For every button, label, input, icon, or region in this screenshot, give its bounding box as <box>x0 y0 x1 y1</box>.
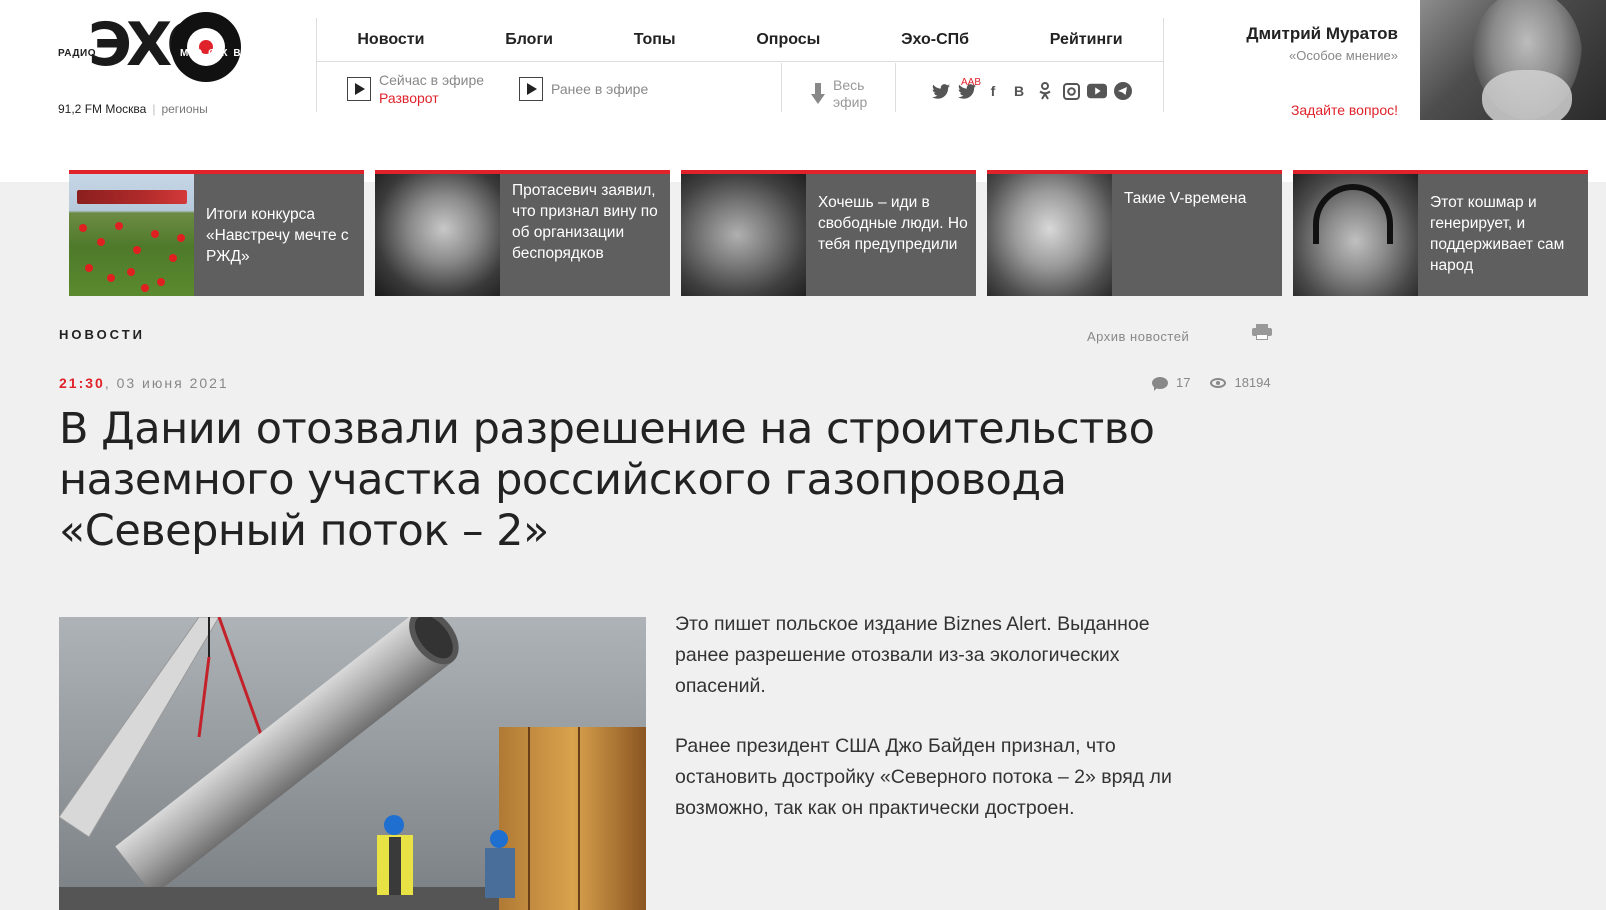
article-stats: 17 18194 <box>1152 375 1271 391</box>
youtube-icon[interactable] <box>1087 81 1107 101</box>
comments-icon[interactable] <box>1152 376 1168 391</box>
all-broadcast-link[interactable]: Весь эфир <box>811 77 867 111</box>
nav-item-polls[interactable]: Опросы <box>756 31 820 49</box>
frequency-label: 91,2 FM Москва <box>58 102 147 116</box>
main-navigation: Новости Блоги Топы Опросы Эхо-СПб Рейтин… <box>316 18 1164 112</box>
card-title: Протасевич заявил, что признал вину по о… <box>512 182 658 262</box>
card-title: Хочешь – иди в свободные люди. Но тебя п… <box>818 194 968 253</box>
earlier-on-air[interactable]: Ранее в эфире <box>519 77 648 101</box>
card-image <box>987 174 1112 296</box>
nav-item-news[interactable]: Новости <box>357 31 424 49</box>
vk-icon[interactable]: В <box>1009 81 1029 101</box>
earlier-on-air-label: Ранее в эфире <box>551 81 649 97</box>
nav-item-ratings[interactable]: Рейтинги <box>1050 31 1123 49</box>
site-logo[interactable]: РАДИО ЭХО МОСКВЫ <box>58 12 273 84</box>
odnoklassniki-icon[interactable] <box>1035 81 1055 101</box>
frequency-line: 91,2 FM Москва | регионы <box>58 102 208 116</box>
instagram-icon[interactable] <box>1061 81 1081 101</box>
all-broadcast-label-2: эфир <box>833 94 868 110</box>
promo-card[interactable]: Протасевич заявил, что признал вину по о… <box>375 170 670 296</box>
promo-card[interactable]: Хочешь – иди в свободные люди. Но тебя п… <box>681 170 976 296</box>
card-image <box>375 174 500 296</box>
promo-card[interactable]: Такие V-времена <box>987 170 1282 296</box>
nav-item-blogs[interactable]: Блоги <box>505 31 553 49</box>
divider <box>781 63 782 112</box>
card-title: Такие V-времена <box>1124 190 1247 207</box>
arrow-down-icon <box>811 83 825 105</box>
guest-show: «Особое мнение» <box>1289 48 1398 63</box>
article-headline: В Дании отозвали разрешение на строитель… <box>59 404 1155 556</box>
social-links: f В <box>931 81 1133 101</box>
logo-moskvy-text: МОСКВЫ <box>180 48 263 59</box>
headphones-icon <box>1313 184 1393 244</box>
section-label[interactable]: НОВОСТИ <box>59 327 145 342</box>
divider <box>895 63 896 112</box>
twitter-icon[interactable] <box>957 81 977 101</box>
article-body: Это пишет польское издание Biznes Alert.… <box>675 609 1205 853</box>
views-icon <box>1210 377 1227 388</box>
play-icon[interactable] <box>347 77 371 101</box>
guest-photo[interactable] <box>1420 0 1606 120</box>
all-broadcast-label-1: Весь <box>833 77 865 93</box>
nav-item-eho-spb[interactable]: Эхо-СПб <box>901 31 969 49</box>
promo-card[interactable]: Итоги конкурса «Навстречу мечте с РЖД» <box>69 170 364 296</box>
publish-datetime: 21:30, 03 июня 2021 <box>59 375 229 391</box>
telegram-icon[interactable] <box>1113 81 1133 101</box>
regions-link[interactable]: регионы <box>161 102 207 116</box>
news-archive-link[interactable]: Архив новостей <box>1087 329 1189 344</box>
article-photo[interactable] <box>59 617 646 910</box>
nav-item-tops[interactable]: Топы <box>634 31 676 49</box>
article-paragraph: Это пишет польское издание Biznes Alert.… <box>675 613 1150 697</box>
now-on-air-label: Сейчас в эфире <box>379 72 485 88</box>
promo-card[interactable]: Этот кошмар и генерирует, и поддерживает… <box>1293 170 1588 296</box>
guest-name[interactable]: Дмитрий Муратов <box>1180 24 1398 44</box>
promo-cards: Итоги конкурса «Навстречу мечте с РЖД» П… <box>69 170 1588 296</box>
now-on-air-show[interactable]: Разворот <box>379 89 484 107</box>
now-on-air[interactable]: Сейчас в эфире Разворот <box>347 71 484 107</box>
publish-time: 21:30 <box>59 375 105 391</box>
logo-ring-icon <box>171 12 241 82</box>
card-image <box>1293 174 1418 296</box>
ask-question-link[interactable]: Задайте вопрос! <box>1291 102 1398 118</box>
twitter-icon[interactable] <box>931 81 951 101</box>
guest-block: Дмитрий Муратов «Особое мнение» Задайте … <box>1180 24 1398 118</box>
print-icon[interactable] <box>1252 324 1272 340</box>
site-header: РАДИО ЭХО МОСКВЫ 91,2 FM Москва | регионы … <box>0 0 1606 182</box>
article-paragraph: Ранее президент США Джо Байден признал, … <box>675 735 1172 819</box>
onair-bar: Сейчас в эфире Разворот Ранее в эфире Ве… <box>317 63 1163 112</box>
play-icon[interactable] <box>519 77 543 101</box>
publish-date: , 03 июня 2021 <box>104 375 229 391</box>
comments-count[interactable]: 17 <box>1176 375 1190 390</box>
card-title: Этот кошмар и генерирует, и поддерживает… <box>1430 194 1565 274</box>
views-count: 18194 <box>1234 375 1271 390</box>
facebook-icon[interactable]: f <box>983 81 1003 101</box>
nav-menu: Новости Блоги Топы Опросы Эхо-СПб Рейтин… <box>317 18 1163 62</box>
pipeline-construction-image <box>59 617 646 910</box>
card-title: Итоги конкурса «Навстречу мечте с РЖД» <box>206 206 349 265</box>
card-image <box>681 174 806 296</box>
card-image <box>69 174 194 296</box>
